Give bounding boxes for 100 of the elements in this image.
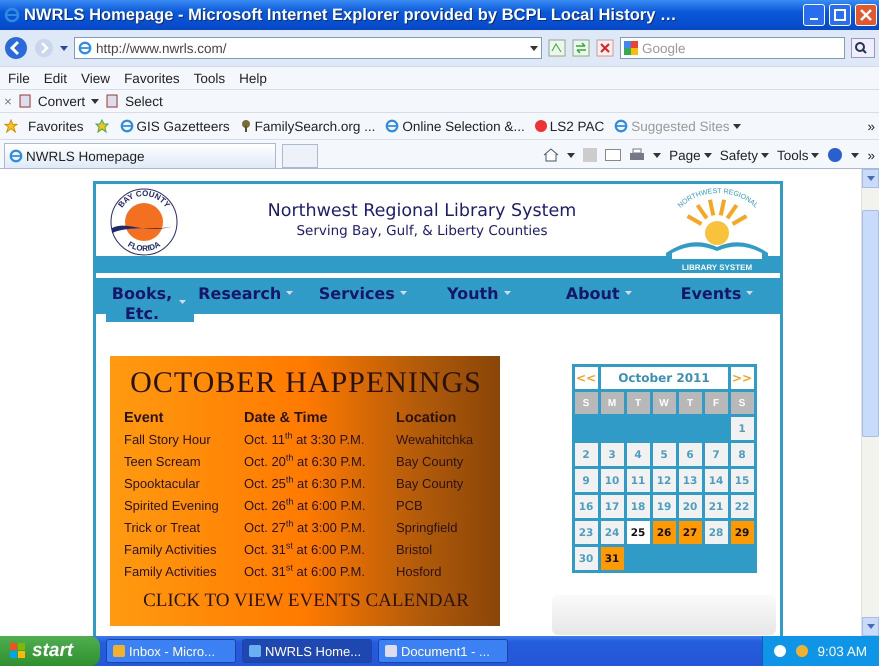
calendar-day[interactable]: 22	[730, 495, 754, 518]
calendar-day[interactable]: 15	[730, 469, 754, 492]
favorite-link[interactable]: GIS Gazetteers	[136, 118, 230, 134]
event-cell-text: Oct. 25$^{th}$ at 6:30 P.M.	[244, 474, 366, 493]
command-menu[interactable]: Tools	[776, 148, 808, 162]
calendar-day[interactable]: 12	[652, 469, 676, 492]
favorite-link[interactable]: FamilySearch.org ...	[254, 118, 376, 134]
add-favorite-icon[interactable]	[94, 119, 110, 133]
menu-item[interactable]: Help	[235, 70, 271, 86]
previous-month-button[interactable]: <<	[574, 367, 598, 389]
address-field[interactable]: http://www.nwrls.com/	[74, 37, 542, 59]
calendar-day[interactable]: 23	[574, 521, 598, 544]
event-cell-text: Oct. 20$^{th}$ at 6:30 P.M.	[244, 452, 366, 471]
search-field[interactable]: Google	[620, 37, 845, 59]
calendar-day[interactable]: 18	[626, 495, 650, 518]
taskbar-button[interactable]: Document1 - ...	[378, 639, 508, 663]
document-icon	[18, 94, 32, 108]
event-cell-text: Family Activities	[124, 563, 218, 581]
stop-icon[interactable]	[596, 39, 614, 57]
app-icon	[249, 645, 261, 657]
printer-icon[interactable]	[629, 148, 646, 162]
calendar-day[interactable]: 19	[652, 495, 676, 518]
taskbar-button[interactable]: Inbox - Micro...	[106, 639, 236, 663]
menu-item[interactable]: Edit	[40, 70, 72, 86]
poster-title: OCTOBER HAPPENINGS	[129, 366, 483, 400]
maximize-button[interactable]	[829, 4, 851, 26]
calendar-day[interactable]: 20	[678, 495, 702, 518]
event-cell-text: Bay County	[396, 475, 464, 493]
search-icon[interactable]	[851, 38, 875, 58]
browser-tab[interactable]: NWRLS Homepage	[4, 143, 276, 168]
back-button[interactable]	[4, 36, 28, 60]
calendar-day[interactable]: 11	[626, 469, 650, 492]
calendar-day[interactable]: 2	[574, 443, 598, 466]
event-cell-text: Spooktacular	[124, 475, 201, 493]
weekday-header: S	[574, 392, 598, 414]
caret-icon	[746, 291, 754, 295]
calendar-day[interactable]: 16	[574, 495, 598, 518]
calendar-day[interactable]: 24	[600, 521, 624, 544]
favorites-button[interactable]: Favorites	[28, 118, 84, 134]
command-menu[interactable]: Safety	[720, 148, 758, 162]
browser-icon	[120, 119, 134, 133]
favorite-link[interactable]: Suggested Sites	[631, 118, 730, 134]
start-button[interactable]: start	[0, 636, 100, 666]
calendar-day[interactable]: 7	[704, 443, 728, 466]
calendar-day[interactable]: 29	[730, 521, 754, 544]
caret-icon	[760, 152, 769, 158]
calendar-day[interactable]: 6	[678, 443, 702, 466]
event-cell-text: Oct. 31$^{st}$ at 6:00 P.M.	[244, 540, 366, 559]
more-button[interactable]: »	[867, 148, 875, 162]
refresh-icon[interactable]	[572, 39, 590, 57]
calendar-day[interactable]: 4	[626, 443, 650, 466]
calendar-day[interactable]: 31	[600, 547, 624, 570]
search-engine-icon	[624, 41, 638, 55]
windows-logo-icon	[10, 643, 26, 659]
more-button[interactable]: »	[867, 118, 875, 134]
help-icon[interactable]	[827, 147, 844, 163]
calendar-day[interactable]: 5	[652, 443, 676, 466]
calendar-day[interactable]: 1	[730, 417, 754, 440]
calendar-day[interactable]: 10	[600, 469, 624, 492]
weekday-header: M	[600, 392, 624, 414]
favorite-link[interactable]: LS2 PAC	[550, 118, 604, 134]
close-button[interactable]	[855, 4, 877, 26]
scroll-up-button[interactable]	[862, 169, 879, 188]
next-month-button[interactable]: >>	[730, 367, 754, 389]
calendar-day[interactable]: 3	[600, 443, 624, 466]
calendar-day[interactable]: 30	[574, 547, 598, 570]
compatibility-icon[interactable]	[548, 39, 566, 57]
calendar-day[interactable]: 27	[678, 521, 702, 544]
command-menu[interactable]: Page	[669, 148, 701, 162]
calendar-day[interactable]: 13	[678, 469, 702, 492]
menu-item[interactable]: View	[77, 70, 114, 86]
tray-icon[interactable]	[773, 644, 788, 658]
event-cell-text: PCB	[396, 497, 424, 515]
home-icon[interactable]	[543, 148, 560, 162]
favorite-link[interactable]: Online Selection &...	[402, 118, 525, 134]
menu-item[interactable]: Favorites	[120, 70, 184, 86]
calendar-day[interactable]: 17	[600, 495, 624, 518]
menu-item[interactable]: Tools	[190, 70, 230, 86]
caret-icon	[60, 46, 68, 50]
calendar-day[interactable]: 9	[574, 469, 598, 492]
taskbar-button[interactable]: NWRLS Home...	[242, 639, 372, 663]
calendar-day[interactable]: 21	[704, 495, 728, 518]
caret-icon	[504, 291, 511, 295]
close-icon	[860, 9, 872, 21]
minimize-button[interactable]	[803, 4, 825, 26]
events-calendar-link[interactable]: CLICK TO VIEW EVENTS CALENDAR	[124, 590, 488, 612]
close-toolbar-button[interactable]: ×	[4, 94, 12, 108]
calendar-day[interactable]: 8	[730, 443, 754, 466]
mail-icon[interactable]	[605, 149, 622, 161]
calendar-day[interactable]: 28	[704, 521, 728, 544]
calendar-day[interactable]: 14	[704, 469, 728, 492]
scroll-down-button[interactable]	[862, 617, 879, 636]
menu-item[interactable]: File	[4, 70, 34, 86]
calendar-day[interactable]: 26	[652, 521, 676, 544]
caret-icon	[91, 98, 100, 104]
calendar-day[interactable]: 25	[626, 521, 650, 544]
toolbar-button[interactable]: Convert	[38, 94, 86, 108]
app-icon	[113, 645, 125, 657]
scroll-thumb[interactable]	[862, 210, 879, 437]
toolbar-button[interactable]: Select	[125, 94, 163, 108]
